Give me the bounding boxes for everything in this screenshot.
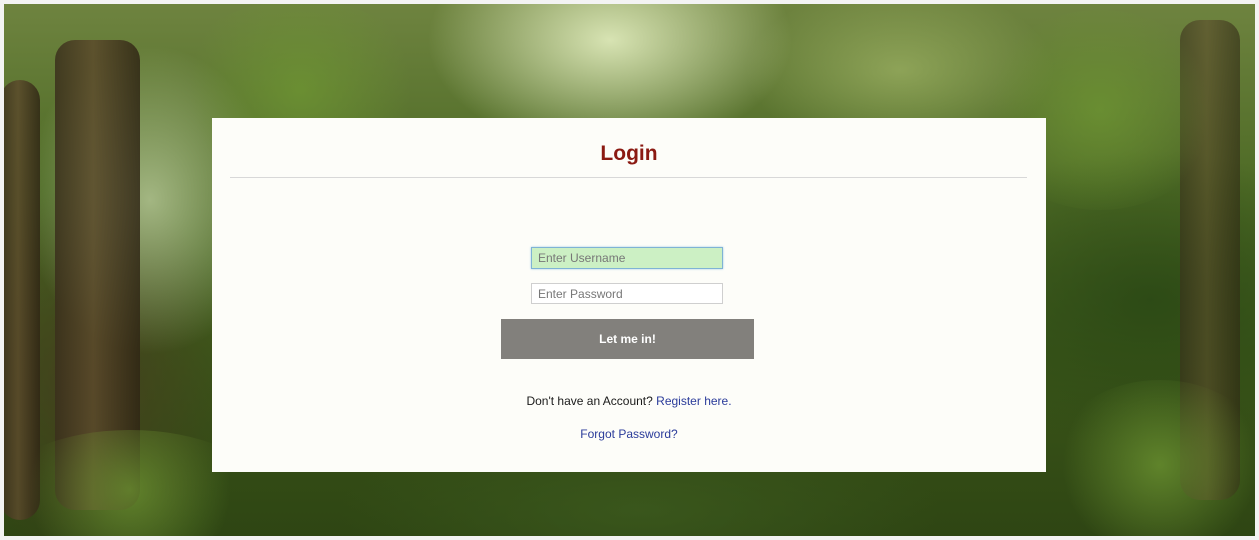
login-card: Login Let me in! Don't have an Account? …: [212, 118, 1046, 472]
foliage-bottom-right: [1050, 380, 1259, 540]
title-divider: [230, 177, 1027, 178]
login-button[interactable]: Let me in!: [501, 319, 754, 359]
password-input[interactable]: [531, 283, 723, 304]
register-prompt-text: Don't have an Account?: [526, 394, 653, 408]
register-prompt: Don't have an Account? Register here.: [212, 394, 1046, 408]
page-title: Login: [600, 142, 658, 165]
forgot-password-row: Forgot Password?: [212, 427, 1046, 441]
register-link[interactable]: Register here.: [656, 394, 731, 408]
username-input[interactable]: [531, 247, 723, 269]
forgot-password-link[interactable]: Forgot Password?: [580, 427, 677, 441]
